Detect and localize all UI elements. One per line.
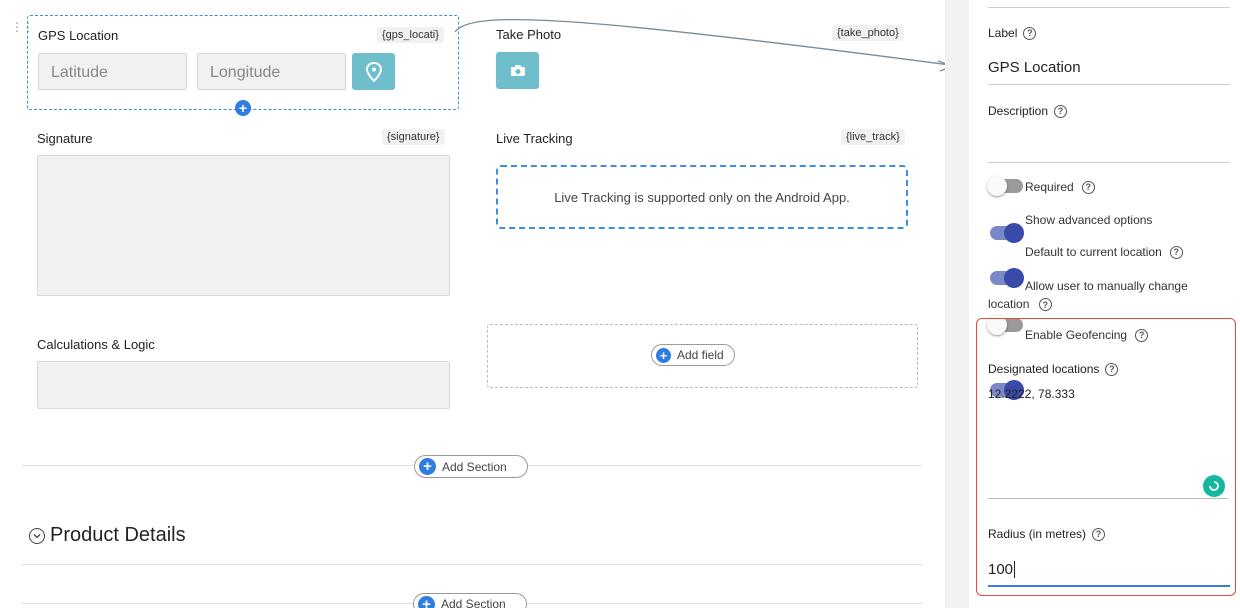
signature-pad[interactable] — [37, 155, 450, 296]
live-tracking-message: Live Tracking is supported only on the A… — [554, 189, 850, 205]
longitude-input[interactable]: Longitude — [197, 53, 346, 90]
panel-gutter — [945, 0, 969, 608]
live-tracking-notice: Live Tracking is supported only on the A… — [496, 165, 908, 229]
signature-field-title: Signature — [37, 131, 93, 146]
description-prop-title: Description — [988, 104, 1049, 118]
add-section-button[interactable]: + Add Section — [414, 455, 528, 478]
camera-icon — [510, 65, 525, 76]
take-photo-button[interactable] — [496, 52, 539, 89]
help-icon[interactable]: ? — [1081, 180, 1095, 194]
add-below-plus-icon[interactable]: + — [235, 100, 251, 116]
description-prop: Description ? — [988, 104, 1068, 118]
signature-field-key: {signature} — [382, 129, 445, 145]
required-label-row: Required ? — [1025, 180, 1095, 194]
gps-field-key: {gps_locati} — [377, 27, 444, 43]
geofencing-highlight — [976, 318, 1236, 596]
add-section-label: Add Section — [442, 459, 507, 474]
label-prop: Label ? — [988, 26, 1037, 40]
add-field-button[interactable]: + Add field — [651, 344, 735, 366]
required-label: Required — [1025, 180, 1074, 194]
help-icon[interactable]: ? — [1023, 26, 1037, 40]
default-location-label: Default to current location — [1025, 245, 1162, 259]
advanced-toggle[interactable] — [990, 223, 1024, 243]
latitude-input[interactable]: Latitude — [38, 53, 187, 90]
chevron-down-circle-icon[interactable] — [29, 528, 45, 544]
label-input[interactable]: GPS Location — [988, 59, 1081, 76]
manual-change-label: Allow user to manually change location — [988, 279, 1188, 311]
section-title: Product Details — [50, 524, 186, 546]
form-canvas: ⋮⋮ GPS Location {gps_locati} Latitude Lo… — [0, 0, 950, 608]
help-icon[interactable]: ? — [1054, 104, 1068, 118]
locate-button[interactable] — [352, 53, 395, 90]
calc-field-title: Calculations & Logic — [37, 337, 155, 352]
add-field-label: Add field — [677, 348, 724, 362]
add-section-label-2: Add Section — [441, 597, 506, 608]
calc-field-box[interactable] — [37, 361, 450, 409]
drag-handle-icon[interactable]: ⋮⋮ — [11, 21, 34, 33]
add-section-button-2[interactable]: + Add Section — [413, 593, 527, 608]
help-icon[interactable]: ? — [1169, 245, 1183, 259]
label-underline — [988, 84, 1230, 85]
photo-field-key: {take_photo} — [832, 25, 904, 41]
required-toggle[interactable] — [987, 176, 1023, 196]
live-field-key: {live_track} — [841, 129, 905, 145]
plus-circle-icon: + — [656, 347, 671, 363]
chevron-down-icon — [33, 534, 41, 539]
default-location-label-row: Default to current location ? — [1025, 245, 1183, 259]
description-input[interactable] — [988, 125, 1230, 161]
manual-change-label-row: Allow user to manually change location ? — [988, 277, 1228, 313]
plus-circle-icon: + — [418, 595, 435, 608]
live-field-title: Live Tracking — [496, 131, 573, 146]
advanced-label: Show advanced options — [1025, 213, 1153, 227]
photo-field-title: Take Photo — [496, 27, 562, 42]
location-pin-icon — [365, 61, 382, 82]
section-header-divider — [22, 564, 922, 565]
label-prop-title: Label — [988, 26, 1018, 40]
panel-top-divider — [988, 7, 1230, 8]
help-icon[interactable]: ? — [1038, 298, 1052, 312]
plus-circle-icon: + — [419, 458, 436, 475]
gps-field-title: GPS Location — [38, 28, 119, 43]
description-underline — [988, 162, 1230, 163]
